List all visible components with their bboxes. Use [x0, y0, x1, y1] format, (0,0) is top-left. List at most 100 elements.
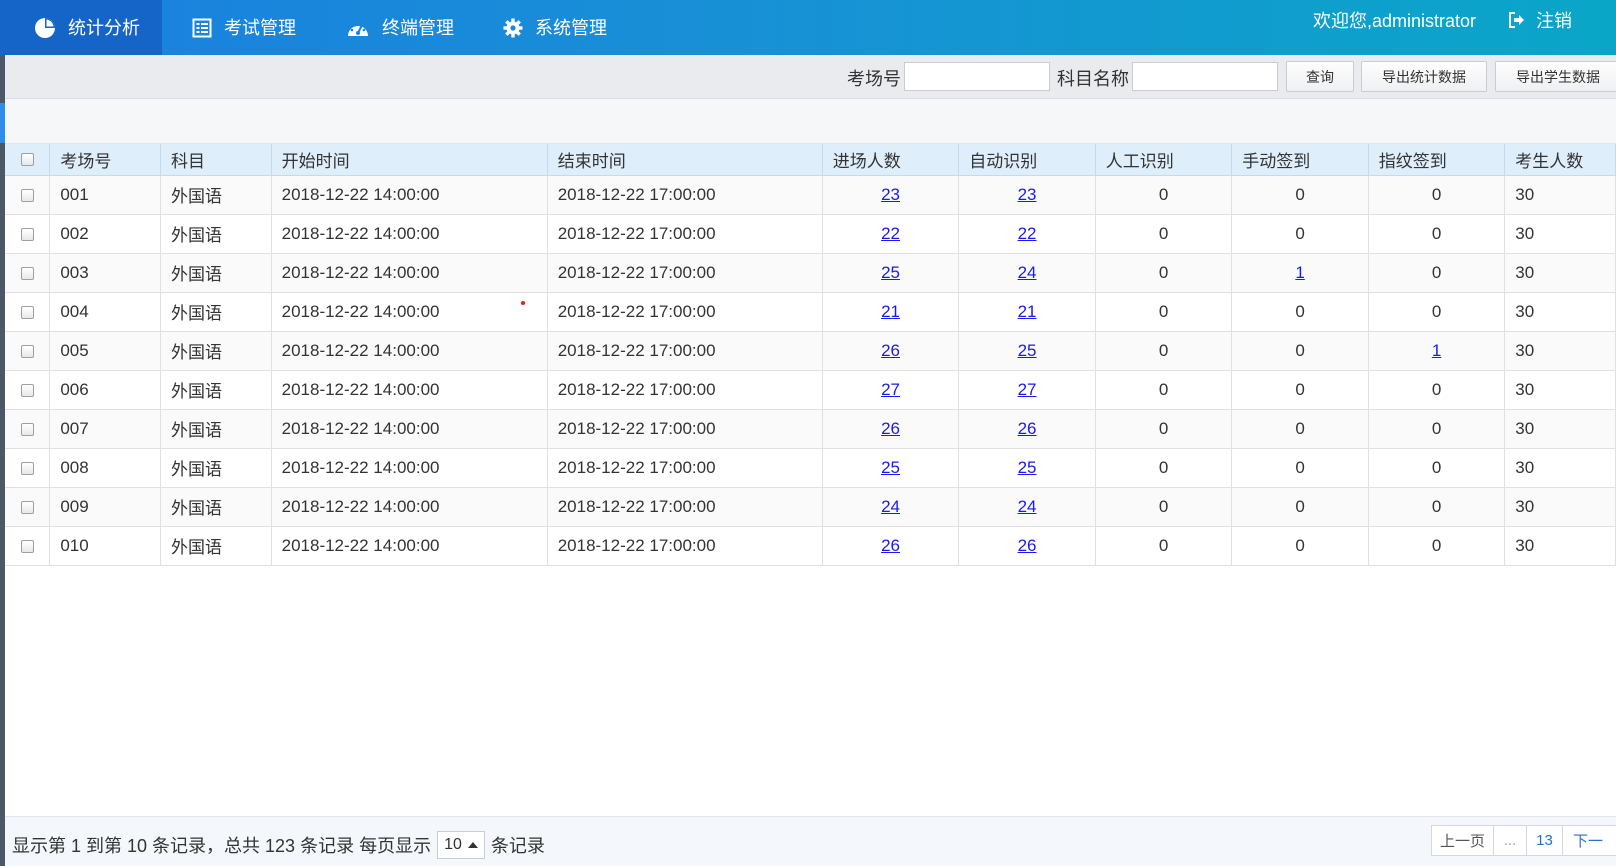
nav-item-statistics[interactable]: 统计分析: [0, 0, 162, 55]
count-link[interactable]: 27: [1018, 380, 1037, 399]
row-checkbox[interactable]: [20, 539, 34, 553]
count-link[interactable]: 1: [1432, 341, 1441, 360]
table-cell: 30: [1504, 175, 1616, 215]
query-button[interactable]: 查询: [1286, 61, 1354, 92]
table-cell: 25: [822, 448, 960, 488]
table-row[interactable]: 010 外国语 2018-12-22 14:00:00 2018-12-22 17:0…: [5, 526, 1616, 566]
table-row[interactable]: 005 外国语 2018-12-22 14:00:00 2018-12-22 17:0…: [5, 331, 1616, 371]
count-link[interactable]: 26: [881, 536, 900, 555]
count-link[interactable]: 23: [1018, 185, 1037, 204]
select-all-checkbox[interactable]: [20, 153, 34, 167]
column-header[interactable]: 考场号: [49, 144, 162, 176]
row-checkbox[interactable]: [20, 227, 34, 241]
table-cell: 26: [822, 409, 960, 449]
table-cell: 009: [49, 487, 162, 527]
table-cell: 外国语: [160, 370, 272, 410]
table-row[interactable]: 008 外国语 2018-12-22 14:00:00 2018-12-22 17:0…: [5, 448, 1616, 488]
table-row[interactable]: 004 外国语 2018-12-22 14:00:00 2018-12-22 17:0…: [5, 292, 1616, 332]
nav-label: 考试管理: [224, 17, 296, 38]
table-cell: 2018-12-22 14:00:00: [271, 487, 548, 527]
column-header[interactable]: 人工识别: [1095, 144, 1233, 176]
column-header[interactable]: 开始时间: [271, 144, 548, 176]
room-number-input[interactable]: [904, 62, 1050, 91]
pagination-summary: 显示第 1 到第 10 条记录，总共 123 条记录 每页显示 10 条记录: [12, 831, 545, 859]
table-row[interactable]: 001 外国语 2018-12-22 14:00:00 2018-12-22 17:0…: [5, 175, 1616, 215]
column-header[interactable]: 进场人数: [822, 144, 960, 176]
nav-item-exam-management[interactable]: 考试管理: [192, 0, 296, 55]
count-link[interactable]: 24: [1018, 497, 1037, 516]
count-link[interactable]: 21: [1018, 302, 1037, 321]
record-summary-text: 显示第 1 到第 10 条记录，总共 123 条记录 每页显示: [12, 836, 432, 856]
pagination-ellipsis: ...: [1493, 825, 1527, 856]
logout-link[interactable]: 注销: [1508, 0, 1572, 40]
row-select-cell: [5, 526, 51, 566]
column-header[interactable]: 手动签到: [1231, 144, 1369, 176]
count-link[interactable]: 24: [1018, 263, 1037, 282]
count-link[interactable]: 23: [881, 185, 900, 204]
count-link[interactable]: 1: [1295, 263, 1304, 282]
row-checkbox[interactable]: [20, 305, 34, 319]
page-size-select[interactable]: 10: [437, 831, 485, 859]
count-link[interactable]: 26: [881, 419, 900, 438]
table-row[interactable]: 003 外国语 2018-12-22 14:00:00 2018-12-22 17:0…: [5, 253, 1616, 293]
top-navbar: 统计分析 考试管理 终端管理 系统管理 欢迎您,administrator 注销: [0, 0, 1616, 55]
table-row[interactable]: 007 外国语 2018-12-22 14:00:00 2018-12-22 17:0…: [5, 409, 1616, 449]
table-cell: 30: [1504, 214, 1616, 254]
table-row[interactable]: 009 外国语 2018-12-22 14:00:00 2018-12-22 17:0…: [5, 487, 1616, 527]
next-page-button[interactable]: 下一: [1562, 825, 1616, 856]
table-cell: 0: [1095, 448, 1233, 488]
table-cell: 22: [958, 214, 1096, 254]
subject-name-input[interactable]: [1132, 62, 1278, 91]
table-cell: 2018-12-22 14:00:00: [271, 214, 548, 254]
row-checkbox[interactable]: [20, 422, 34, 436]
table-cell: 1: [1368, 331, 1506, 371]
count-link[interactable]: 25: [1018, 458, 1037, 477]
caret-up-icon: [467, 842, 478, 848]
table-cell: 002: [49, 214, 162, 254]
nav-label: 统计分析: [68, 17, 140, 38]
nav-item-system-management[interactable]: 系统管理: [503, 0, 607, 55]
row-checkbox[interactable]: [20, 266, 34, 280]
column-header[interactable]: 科目: [160, 144, 272, 176]
count-link[interactable]: 22: [881, 224, 900, 243]
row-checkbox[interactable]: [20, 188, 34, 202]
prev-page-button[interactable]: 上一页: [1431, 825, 1494, 856]
count-link[interactable]: 26: [1018, 419, 1037, 438]
count-link[interactable]: 25: [1018, 341, 1037, 360]
nav-label: 系统管理: [535, 17, 607, 38]
table-cell: 30: [1504, 526, 1616, 566]
row-checkbox[interactable]: [20, 461, 34, 475]
page-13-button[interactable]: 13: [1526, 825, 1563, 856]
export-stats-button[interactable]: 导出统计数据: [1361, 61, 1487, 92]
select-all-cell: [5, 144, 51, 176]
table-cell: 24: [822, 487, 960, 527]
table-cell: 外国语: [160, 487, 272, 527]
table-row[interactable]: 002 外国语 2018-12-22 14:00:00 2018-12-22 17:0…: [5, 214, 1616, 254]
column-header[interactable]: 指纹签到: [1368, 144, 1506, 176]
column-header[interactable]: 考生人数: [1504, 144, 1616, 176]
count-link[interactable]: 25: [881, 458, 900, 477]
row-checkbox[interactable]: [20, 344, 34, 358]
count-link[interactable]: 21: [881, 302, 900, 321]
count-link[interactable]: 27: [881, 380, 900, 399]
row-checkbox[interactable]: [20, 500, 34, 514]
table-cell: 30: [1504, 370, 1616, 410]
column-header[interactable]: 结束时间: [547, 144, 823, 176]
table-cell: 26: [958, 526, 1096, 566]
column-header[interactable]: 自动识别: [958, 144, 1096, 176]
table-cell: 2018-12-22 17:00:00: [547, 331, 823, 371]
table-cell: 2018-12-22 17:00:00: [547, 175, 823, 215]
nav-item-terminal-management[interactable]: 终端管理: [346, 0, 454, 55]
row-select-cell: [5, 487, 51, 527]
export-students-button[interactable]: 导出学生数据: [1495, 61, 1616, 92]
count-link[interactable]: 25: [881, 263, 900, 282]
count-link[interactable]: 26: [881, 341, 900, 360]
row-checkbox[interactable]: [20, 383, 34, 397]
table-cell: 2018-12-22 14:00:00: [271, 409, 548, 449]
table-cell: 010: [49, 526, 162, 566]
count-link[interactable]: 22: [1018, 224, 1037, 243]
table-row[interactable]: 006 外国语 2018-12-22 14:00:00 2018-12-22 17:0…: [5, 370, 1616, 410]
count-link[interactable]: 26: [1018, 536, 1037, 555]
count-link[interactable]: 24: [881, 497, 900, 516]
logout-label: 注销: [1536, 11, 1572, 31]
